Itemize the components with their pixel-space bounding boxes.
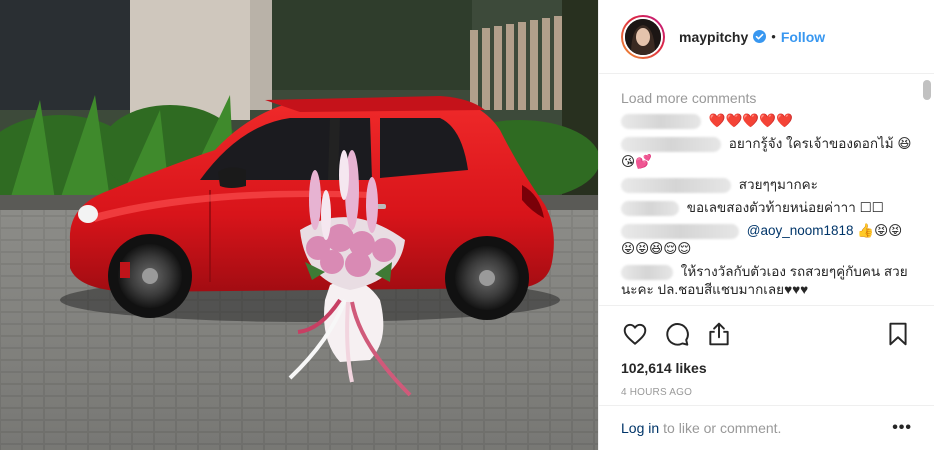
follow-button[interactable]: Follow <box>781 29 825 45</box>
separator-dot: • <box>771 29 776 44</box>
comment-item: อยากรู้จัง ใครเจ้าของดอกไม้ 😆😘💕 <box>621 135 912 171</box>
comment-item: ให้รางวัลกับตัวเอง รถสวยๆคู่กับคน สวยนะค… <box>621 263 912 299</box>
blurred-username <box>621 177 731 193</box>
blurred-username <box>621 200 679 216</box>
likes-count[interactable]: 102,614 likes <box>621 360 912 376</box>
blurred-username <box>621 223 739 239</box>
like-button[interactable] <box>621 320 649 348</box>
post-actions: 102,614 likes 4 HOURS AGO <box>599 305 934 405</box>
post-sidebar: maypitchy • Follow Load more comments ❤️… <box>598 0 935 450</box>
username[interactable]: maypitchy <box>679 29 748 45</box>
save-button[interactable] <box>884 320 912 348</box>
login-prompt-text: to like or comment. <box>663 420 782 436</box>
post-header: maypitchy • Follow <box>599 0 934 74</box>
comment-text: สวยๆๆมากคะ <box>738 177 818 192</box>
comment-bubble-icon <box>666 323 689 346</box>
car-with-bouquet-image <box>0 0 598 450</box>
share-button[interactable] <box>705 320 733 348</box>
comment-text: ❤️❤️❤️❤️❤️ <box>708 113 793 128</box>
post-photo[interactable] <box>0 0 598 450</box>
blurred-username <box>621 264 673 280</box>
comment-item: @aoy_noom1818 👍😝😝😝😝😆😌😌 <box>621 222 912 258</box>
comment-item: ❤️❤️❤️❤️❤️ <box>621 112 912 130</box>
login-prompt: Log in to like or comment. ••• <box>599 405 934 450</box>
avatar-photo-icon <box>625 18 661 55</box>
comment-item: สวยๆๆมากคะ <box>621 176 912 194</box>
bookmark-icon <box>889 322 907 346</box>
load-more-comments-link[interactable]: Load more comments <box>621 90 912 106</box>
blurred-username <box>621 113 701 129</box>
blurred-username <box>621 136 721 152</box>
comment-item: ขอเลขสองตัวท้ายหน่อยค่าาา ☐☐ <box>621 199 912 217</box>
more-options-button[interactable]: ••• <box>892 419 912 437</box>
verified-badge-icon <box>753 30 767 43</box>
login-link[interactable]: Log in <box>621 420 659 436</box>
comment-text: ขอเลขสองตัวท้ายหน่อยค่าาา ☐☐ <box>686 200 884 215</box>
comments-list[interactable]: Load more comments ❤️❤️❤️❤️❤️ อยากรู้จัง… <box>599 76 934 304</box>
share-upload-icon <box>709 322 729 346</box>
comment-button[interactable] <box>663 320 691 348</box>
comment-mention-link[interactable]: @aoy_noom1818 <box>747 223 854 238</box>
comments-scrollbar[interactable] <box>923 80 931 302</box>
scrollbar-thumb[interactable] <box>923 80 931 100</box>
avatar[interactable] <box>621 14 665 59</box>
post-timestamp[interactable]: 4 HOURS AGO <box>621 387 912 398</box>
heart-icon <box>623 323 647 345</box>
action-icons-row <box>621 314 912 354</box>
